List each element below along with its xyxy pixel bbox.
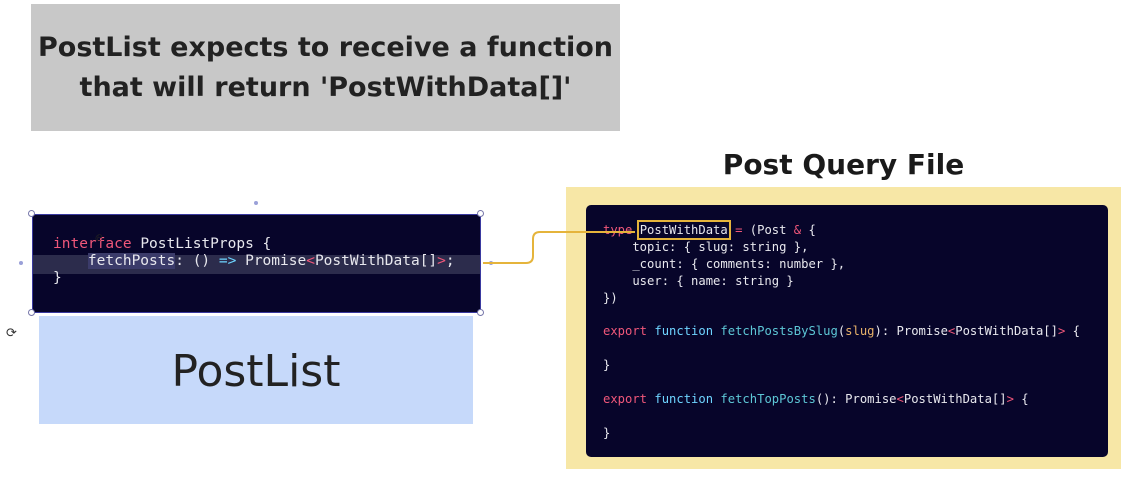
text-cursor-icon: ⅇ [95, 230, 103, 244]
highlighted-type-name: PostWithData [636, 220, 731, 240]
code-token: : () [175, 252, 219, 269]
code-token: type [603, 223, 640, 237]
query-code-line: export function fetchPostsBySlug(slug): … [603, 323, 1080, 340]
edge-handle-left[interactable] [19, 261, 23, 265]
query-code-line [603, 340, 1080, 357]
code-token: PostWithData[] [955, 324, 1058, 339]
postlist-component-box[interactable]: PostList [39, 316, 473, 424]
code-token: < [896, 391, 904, 406]
code-token: function [654, 324, 721, 339]
code-token: _count: { comments: number }, [603, 256, 846, 271]
code-token: > [437, 252, 446, 269]
postlist-props-code[interactable]: interface PostListProps { fetchPosts: ()… [53, 234, 455, 286]
resize-handle-top-right[interactable] [477, 210, 484, 217]
edge-handle-right[interactable] [489, 261, 493, 265]
code-token: ; [445, 252, 455, 269]
code-token: function [654, 391, 721, 406]
code-token: < [306, 252, 315, 269]
code-token: Promise [245, 252, 307, 269]
resize-handle-bottom-left[interactable] [28, 309, 35, 316]
code-token: (Post [749, 223, 794, 237]
code-token: => [218, 252, 246, 269]
query-code-line [603, 306, 1080, 323]
query-code-line: _count: { comments: number }, [603, 256, 1080, 273]
query-code-line: export function fetchTopPosts(): Promise… [603, 391, 1080, 408]
code-token: } [53, 269, 62, 286]
postlist-label: PostList [171, 345, 341, 397]
query-code-line: } [603, 357, 1080, 374]
annotation-note: PostList expects to receive a function t… [31, 4, 620, 131]
resize-handle-bottom-right[interactable] [477, 309, 484, 316]
rotate-icon[interactable]: ⟳ [6, 326, 17, 341]
post-query-code-panel: type PostWithData = (Post & { topic: { s… [586, 205, 1108, 457]
query-code-line: } [603, 425, 1080, 442]
code-token: & [793, 223, 809, 237]
code-token: (): Promise [815, 391, 897, 406]
query-code-line: topic: { slug: string }, [603, 239, 1080, 256]
code-token: fetchPosts [87, 252, 176, 269]
query-code-line [603, 374, 1080, 391]
code-token: { [1013, 391, 1029, 406]
query-code-line: user: { name: string } [603, 273, 1080, 290]
code-token: { [1065, 324, 1081, 339]
props-code-line: } [53, 268, 455, 286]
code-token: = [727, 223, 750, 237]
code-token: ): Promise [874, 324, 948, 339]
props-code-line: fetchPosts: () => Promise<PostWithData[]… [53, 251, 455, 269]
code-token: } [603, 358, 611, 373]
query-code-line: type PostWithData = (Post & { [603, 220, 1080, 240]
code-token: export [603, 324, 655, 339]
code-token: } [603, 425, 611, 440]
code-token: slug [845, 324, 875, 339]
code-token: PostWithData[] [314, 252, 438, 269]
query-code-line [603, 408, 1080, 425]
postlist-props-code-panel[interactable]: interface PostListProps { fetchPosts: ()… [32, 214, 481, 313]
resize-handle-top-left[interactable] [28, 210, 35, 217]
code-token: topic: { slug: string }, [603, 239, 809, 254]
query-code-line: }) [603, 290, 1080, 307]
post-query-code: type PostWithData = (Post & { topic: { s… [603, 220, 1080, 442]
code-token: PostWithData[] [903, 391, 1007, 406]
props-code-line: interface PostListProps { [53, 234, 455, 252]
edge-handle-top[interactable] [254, 201, 258, 205]
code-token: PostListProps { [140, 236, 272, 252]
annotation-note-text: PostList expects to receive a function t… [37, 31, 613, 103]
code-token: }) [603, 290, 618, 305]
code-token: fetchTopPosts [720, 391, 816, 406]
post-query-file-title: Post Query File [722, 148, 965, 181]
code-token: { [808, 223, 816, 237]
code-token: user: { name: string } [603, 273, 794, 288]
code-token: > [1006, 391, 1014, 406]
code-token: fetchPostsBySlug [720, 324, 838, 339]
code-token: export [603, 391, 655, 406]
